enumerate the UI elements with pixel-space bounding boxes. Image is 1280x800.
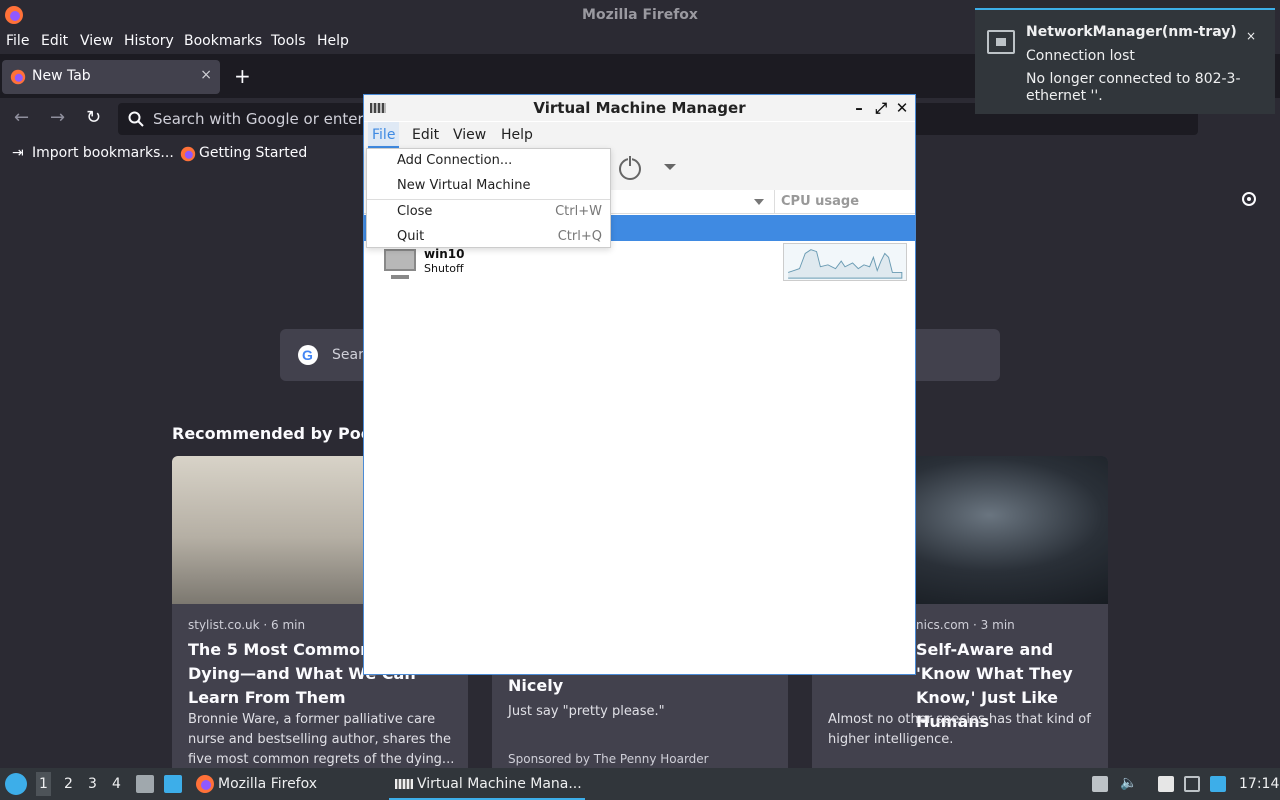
column-dropdown-icon[interactable] [754,199,764,205]
menu-new-virtual-machine[interactable]: New Virtual Machine [397,178,531,193]
workspace-4[interactable]: 4 [112,776,121,792]
menu-edit[interactable]: Edit [41,33,68,49]
network-tray-icon[interactable] [1184,776,1200,792]
tab-close-icon[interactable]: × [200,67,212,83]
pocket-heading: Recommended by Pocke [172,424,392,443]
menu-quit[interactable]: Quit [397,229,424,244]
firefox-window-title: Mozilla Firefox [582,7,698,23]
card-excerpt: Almost no other species has that kind of… [828,712,1091,747]
vmm-menu-edit[interactable]: Edit [412,127,439,143]
google-icon: G [298,345,318,365]
vmm-menu-help[interactable]: Help [501,127,533,143]
import-bookmarks-icon: ⇥ [12,145,24,161]
tab-label: New Tab [32,68,91,84]
firefox-tab-icon [10,69,26,85]
file-menu-popup: Add Connection... New Virtual Machine Cl… [366,148,611,248]
menu-separator [367,199,610,200]
minimize-icon[interactable]: – [850,95,868,121]
notification-title: NetworkManager(nm-tray) [1026,24,1237,40]
file-manager-icon[interactable] [136,775,154,793]
close-icon[interactable]: ✕ [893,95,911,121]
menu-add-connection[interactable]: Add Connection... [397,153,512,168]
volume-icon[interactable]: 🔈 [1120,775,1137,791]
tray-upload-icon[interactable] [1092,776,1108,792]
menu-view[interactable]: View [80,33,113,49]
notification-line2: No longer connected to 802-3-ethernet ''… [1026,71,1241,104]
vmm-titlebar: Virtual Machine Manager – ⤢ ✕ [364,95,915,121]
desktop-icon[interactable] [164,775,182,793]
taskbar: 1 2 3 4 Mozilla Firefox Virtual Machine … [0,768,1280,800]
vmm-app-icon [370,103,386,113]
card-excerpt: Bronnie Ware, a former palliative care n… [188,712,455,767]
search-placeholder: Sear [332,347,364,363]
task-firefox-label: Mozilla Firefox [218,776,318,792]
network-icon [987,30,1015,54]
back-icon[interactable]: ← [14,107,29,128]
firefox-task-icon [196,775,214,793]
start-menu-icon[interactable] [5,773,27,795]
menu-help[interactable]: Help [317,33,349,49]
menu-file[interactable]: File [6,33,29,49]
notification-close-icon[interactable]: × [1243,28,1259,44]
card-sponsor: Sponsored by The Penny Hoarder [508,752,709,766]
firefox-bookmark-icon [180,146,196,162]
menu-quit-shortcut: Ctrl+Q [557,229,602,244]
maximize-icon[interactable]: ⤢ [872,95,890,121]
clipboard-icon[interactable] [1158,776,1174,792]
vmm-title: Virtual Machine Manager [533,99,746,117]
vm-name: win10 [424,247,465,261]
column-cpu-usage[interactable]: CPU usage [774,190,859,214]
power-icon[interactable] [619,156,641,180]
card-excerpt: Just say "pretty please." [508,704,665,719]
task-firefox[interactable]: Mozilla Firefox [193,768,383,800]
vm-monitor-icon [384,249,416,279]
updates-icon[interactable] [1210,776,1226,792]
card-source: nics.com · 3 min [916,618,1015,632]
notification-line1: Connection lost [1026,48,1135,64]
svg-text:G: G [302,347,313,363]
menu-close-shortcut: Ctrl+W [555,204,602,219]
workspace-2[interactable]: 2 [64,776,73,792]
firefox-logo-icon [5,6,23,24]
cpu-usage-graph [783,243,907,281]
menu-close[interactable]: Close [397,204,432,219]
reload-icon[interactable]: ↻ [86,107,101,128]
forward-icon[interactable]: → [50,107,65,128]
vm-row-win10[interactable]: win10 Shutoff [364,243,915,287]
gear-icon[interactable] [1240,190,1258,208]
task-vmm[interactable]: Virtual Machine Mana... [389,768,585,800]
task-vmm-label: Virtual Machine Mana... [417,776,582,792]
menu-bookmarks[interactable]: Bookmarks [184,33,262,49]
vmm-menubar: File Edit View Help [364,122,915,148]
clock: 17:14 [1239,776,1280,792]
vmm-window: Virtual Machine Manager – ⤢ ✕ File Edit … [363,94,916,675]
network-notification[interactable]: NetworkManager(nm-tray) Connection lost … [975,8,1275,114]
workspace-3[interactable]: 3 [88,776,97,792]
menu-tools[interactable]: Tools [271,33,306,49]
vmm-menu-view[interactable]: View [453,127,486,143]
vmm-task-icon [395,779,413,789]
vm-state: Shutoff [424,262,464,275]
card-source: stylist.co.uk · 6 min [188,618,306,632]
bookmark-import[interactable]: Import bookmarks... [32,145,174,161]
search-icon [128,111,144,127]
power-dropdown-icon[interactable] [664,164,676,170]
tab-new-tab[interactable]: New Tab × [2,60,220,94]
workspace-1[interactable]: 1 [36,772,51,796]
vmm-menu-file[interactable]: File [368,122,400,148]
new-tab-button[interactable]: + [234,64,251,88]
url-placeholder: Search with Google or enter a [153,110,378,128]
bookmark-getting-started[interactable]: Getting Started [199,145,307,161]
menu-history[interactable]: History [124,33,174,49]
